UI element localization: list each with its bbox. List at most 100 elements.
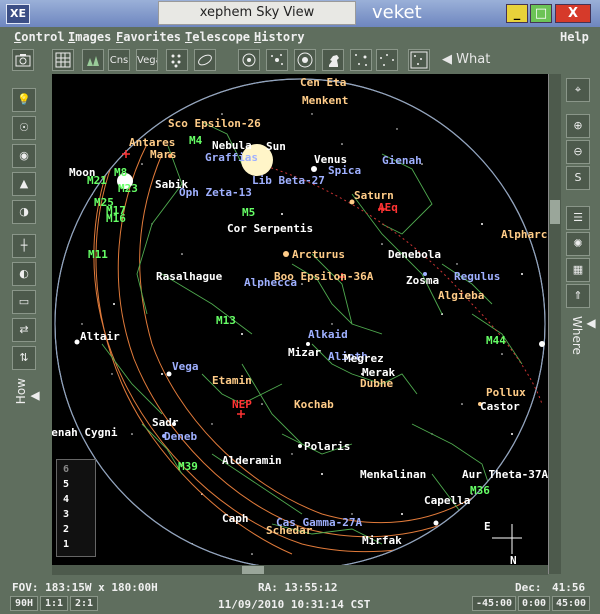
sky-label[interactable]: Mizar (288, 346, 321, 359)
sky-label[interactable]: E (484, 520, 491, 533)
sky-label[interactable]: Regulus (454, 270, 500, 283)
vertical-scrollbar[interactable] (548, 74, 561, 574)
horizon-trees-icon[interactable] (82, 49, 104, 71)
map-icon[interactable]: ▦ (566, 258, 590, 282)
aspect-1-1-button[interactable]: 1:1 (40, 596, 68, 611)
sky-label[interactable]: Gienah (382, 154, 422, 167)
sky-label[interactable]: Mars (150, 148, 177, 161)
spiral-icon[interactable]: ✺ (566, 232, 590, 256)
axes-icon[interactable]: ┼ (12, 234, 36, 258)
tower-icon[interactable]: ▲ (12, 172, 36, 196)
vertical-scroll-thumb[interactable] (550, 200, 560, 224)
sky-label[interactable]: Cen Eta (300, 76, 346, 89)
menu-control[interactable]: Control (14, 30, 65, 44)
maximize-button[interactable]: □ (530, 4, 552, 23)
sky-label[interactable]: Algieba (438, 289, 484, 302)
menu-help[interactable]: Help (560, 30, 589, 44)
sky-label[interactable]: Caph (222, 512, 249, 525)
sky-label[interactable]: Gienah Cygni (52, 426, 117, 439)
sky-label[interactable]: Sco Epsilon-26 (168, 117, 261, 130)
brightness-icon[interactable]: ◉ (12, 144, 36, 168)
sky-label[interactable]: Polaris (304, 440, 350, 453)
sky-label[interactable]: M13 (216, 314, 236, 327)
chess-knight-icon[interactable] (322, 49, 344, 71)
dim-bulb-icon[interactable]: ☉ (12, 116, 36, 140)
horizontal-scrollbar[interactable] (52, 565, 548, 575)
sky-label[interactable]: Lib Beta-27 (252, 174, 325, 187)
sky-label[interactable]: Aur Theta-37A (462, 468, 548, 481)
sky-label[interactable]: Mirfak (362, 534, 402, 547)
minimize-button[interactable]: _ (506, 4, 528, 23)
sky-label[interactable]: Deneb (164, 430, 197, 443)
aspect-2-1-button[interactable]: 2:1 (70, 596, 98, 611)
constellation-icon[interactable]: Cns (108, 49, 130, 71)
sky-label[interactable]: Graffias (205, 151, 258, 164)
sky-label[interactable]: AEq (378, 201, 398, 214)
sky-label[interactable]: Etamin (212, 374, 252, 387)
sky-label[interactable]: M11 (88, 248, 108, 261)
sky-label[interactable]: Alkaid (308, 328, 348, 341)
sky-label[interactable]: M4 (189, 134, 202, 147)
dec-minus45-button[interactable]: -45:00 (472, 596, 516, 611)
sky-label[interactable]: Sun (266, 140, 286, 153)
sky-label[interactable]: Spica (328, 164, 361, 177)
sky-label[interactable]: M5 (242, 206, 255, 219)
app-icon[interactable]: XE (6, 4, 30, 24)
ecliptic-icon[interactable] (194, 49, 216, 71)
star-field-icon[interactable] (408, 49, 430, 71)
sky-label[interactable]: M16 (106, 212, 126, 225)
flip-horizontal-icon[interactable]: ⇄ (12, 318, 36, 342)
sky-label[interactable]: M44 (486, 334, 506, 347)
sky-chart[interactable]: Cen Eta Menkent Sco Epsilon-26 M4 Antares Mar… (52, 74, 548, 574)
sky-label[interactable]: Menkalinan (360, 468, 426, 481)
zoom-90h-button[interactable]: 90H (10, 596, 38, 611)
sky-label[interactable]: Alderamin (222, 454, 282, 467)
galaxy-icon[interactable] (266, 49, 288, 71)
sky-label[interactable]: Sadr (152, 416, 179, 429)
sky-label[interactable]: Arcturus (292, 248, 345, 261)
camera-icon[interactable] (12, 49, 34, 71)
flip-vertical-icon[interactable]: ⇅ (12, 346, 36, 370)
save-icon[interactable]: S (566, 166, 590, 190)
pin-icon[interactable]: ⌖ (566, 78, 590, 102)
cylinder-icon[interactable]: ▭ (12, 290, 36, 314)
sky-label[interactable]: Kochab (294, 398, 334, 411)
sky-label[interactable]: Zosma (406, 274, 439, 287)
sky-label[interactable]: Vega (172, 360, 199, 373)
sky-label[interactable]: M23 (118, 182, 138, 195)
field-stars-icon[interactable] (376, 49, 398, 71)
grid-icon[interactable] (52, 49, 74, 71)
sky-label[interactable]: Alphecca (244, 276, 297, 289)
sky-label[interactable]: M21 (87, 174, 107, 187)
star-names-icon[interactable]: Vega (136, 49, 158, 71)
sky-label[interactable]: Schedar (266, 524, 312, 537)
sky-label[interactable]: Castor (480, 400, 520, 413)
sky-label[interactable]: Megrez (344, 352, 384, 365)
list-icon[interactable]: ☰ (566, 206, 590, 230)
deep-sky-icon[interactable] (350, 49, 372, 71)
menu-images[interactable]: Images (68, 30, 111, 44)
how-panel-toggle[interactable]: How ▶ (14, 378, 42, 404)
menu-telescope[interactable]: Telescope (185, 30, 250, 44)
menu-history[interactable]: History (254, 30, 305, 44)
sky-label[interactable]: Cor Serpentis (227, 222, 313, 235)
target-icon[interactable] (238, 49, 260, 71)
magnitude-dots-icon[interactable] (166, 49, 188, 71)
sky-label[interactable]: NEP (232, 398, 252, 411)
rocket-icon[interactable]: ⇑ (566, 284, 590, 308)
sky-label[interactable]: M36 (470, 484, 490, 497)
sky-label[interactable]: Capella (424, 494, 470, 507)
sky-label[interactable]: Denebola (388, 248, 441, 261)
sky-label[interactable]: Rasalhague (156, 270, 222, 283)
what-panel-toggle[interactable]: ◀ What (442, 52, 490, 67)
solar-system-icon[interactable] (294, 49, 316, 71)
light-bulb-icon[interactable]: 💡 (12, 88, 36, 112)
sky-label[interactable]: Altair (80, 330, 120, 343)
sky-label[interactable]: Pollux (486, 386, 526, 399)
contrast-icon[interactable]: ◑ (12, 200, 36, 224)
sky-label[interactable]: Dubhe (360, 377, 393, 390)
close-button[interactable]: X (555, 4, 591, 23)
sky-label[interactable]: Menkent (302, 94, 348, 107)
zoom-out-icon[interactable]: ⊖ (566, 140, 590, 164)
sky-label[interactable]: Oph Zeta-13 (179, 186, 252, 199)
